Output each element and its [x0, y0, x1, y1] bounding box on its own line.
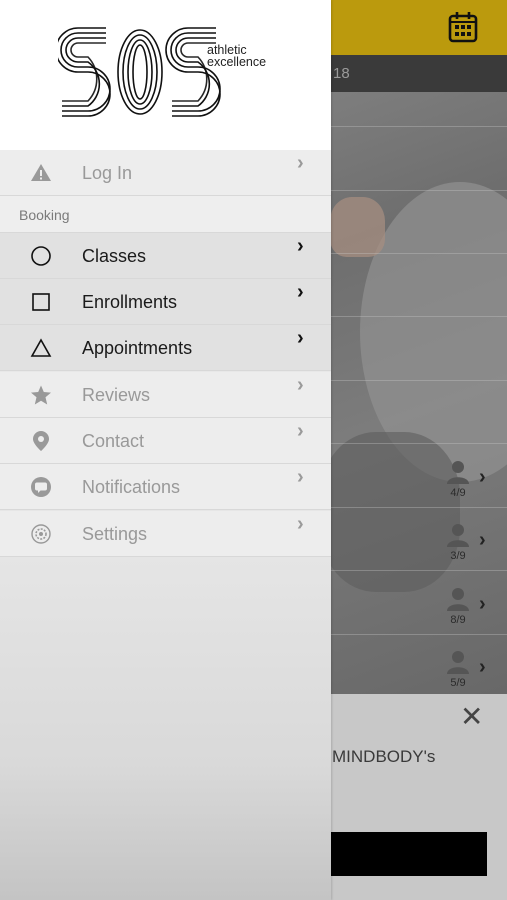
section-header-booking: Booking	[0, 196, 331, 233]
class-row[interactable]: 4/9 ›	[440, 460, 500, 510]
sos-logo	[58, 27, 221, 117]
chevron-right-icon: ›	[479, 466, 486, 488]
menu-item-classes[interactable]: Classes ›	[0, 233, 331, 279]
chevron-right-icon: ›	[297, 281, 304, 303]
menu-item-contact[interactable]: Contact ›	[0, 418, 331, 464]
square-icon	[32, 293, 50, 311]
person-icon	[447, 651, 469, 674]
menu-item-label: Notifications	[82, 477, 181, 497]
menu-item-label: Contact	[82, 431, 145, 451]
gear-icon	[31, 524, 51, 544]
logo-tagline: athletic excellence	[207, 44, 267, 69]
menu-item-notifications[interactable]: Notifications ›	[0, 464, 331, 510]
chevron-right-icon: ›	[297, 152, 304, 174]
person-icon	[447, 461, 469, 484]
person-icon	[447, 524, 469, 547]
chevron-right-icon: ›	[479, 529, 486, 551]
triangle-icon	[30, 338, 52, 357]
capacity-count: 4/9	[450, 487, 466, 499]
capacity-count: 5/9	[450, 677, 466, 689]
menu-item-settings[interactable]: Settings ›	[0, 511, 331, 557]
class-row[interactable]: 8/9 ›	[440, 587, 500, 637]
chevron-right-icon: ›	[297, 374, 304, 396]
tagline-line2: excellence	[207, 55, 267, 69]
calendar-icon[interactable]	[448, 11, 478, 43]
banner-text: MINDBODY's	[332, 747, 436, 766]
chevron-right-icon: ›	[297, 466, 304, 488]
chevron-right-icon: ›	[479, 593, 486, 615]
menu-item-log-in[interactable]: Log In ›	[0, 150, 331, 196]
close-icon[interactable]: ✕	[460, 703, 486, 731]
chevron-right-icon: ›	[297, 235, 304, 257]
location-pin-icon	[33, 431, 49, 451]
menu-item-label: Appointments	[82, 338, 193, 358]
date-text: 18	[333, 65, 350, 82]
star-icon	[31, 385, 51, 405]
person-icon	[447, 588, 469, 611]
circle-icon	[31, 246, 51, 266]
menu-item-label: Reviews	[82, 385, 151, 405]
chevron-right-icon: ›	[479, 656, 486, 678]
menu-item-label: Log In	[82, 163, 133, 183]
chevron-right-icon: ›	[297, 420, 304, 442]
chat-bubble-icon	[31, 477, 51, 497]
menu-item-appointments[interactable]: Appointments ›	[0, 325, 331, 371]
side-drawer: athletic excellence Log In › Booking Cla…	[0, 0, 331, 900]
logo-area: athletic excellence	[0, 0, 331, 150]
menu-item-enrollments[interactable]: Enrollments ›	[0, 279, 331, 325]
menu-item-label: Enrollments	[82, 292, 178, 312]
chevron-right-icon: ›	[297, 513, 304, 535]
capacity-count: 8/9	[450, 614, 466, 626]
banner-button[interactable]	[331, 832, 487, 876]
menu-item-label: Settings	[82, 524, 148, 544]
chevron-right-icon: ›	[297, 327, 304, 349]
capacity-count: 3/9	[450, 550, 466, 562]
warning-icon	[31, 164, 51, 181]
class-row[interactable]: 5/9 ›	[440, 650, 500, 700]
class-row[interactable]: 3/9 ›	[440, 523, 500, 573]
section-title: Booking	[19, 207, 70, 223]
menu-item-label: Classes	[82, 246, 147, 266]
menu-item-reviews[interactable]: Reviews ›	[0, 372, 331, 418]
